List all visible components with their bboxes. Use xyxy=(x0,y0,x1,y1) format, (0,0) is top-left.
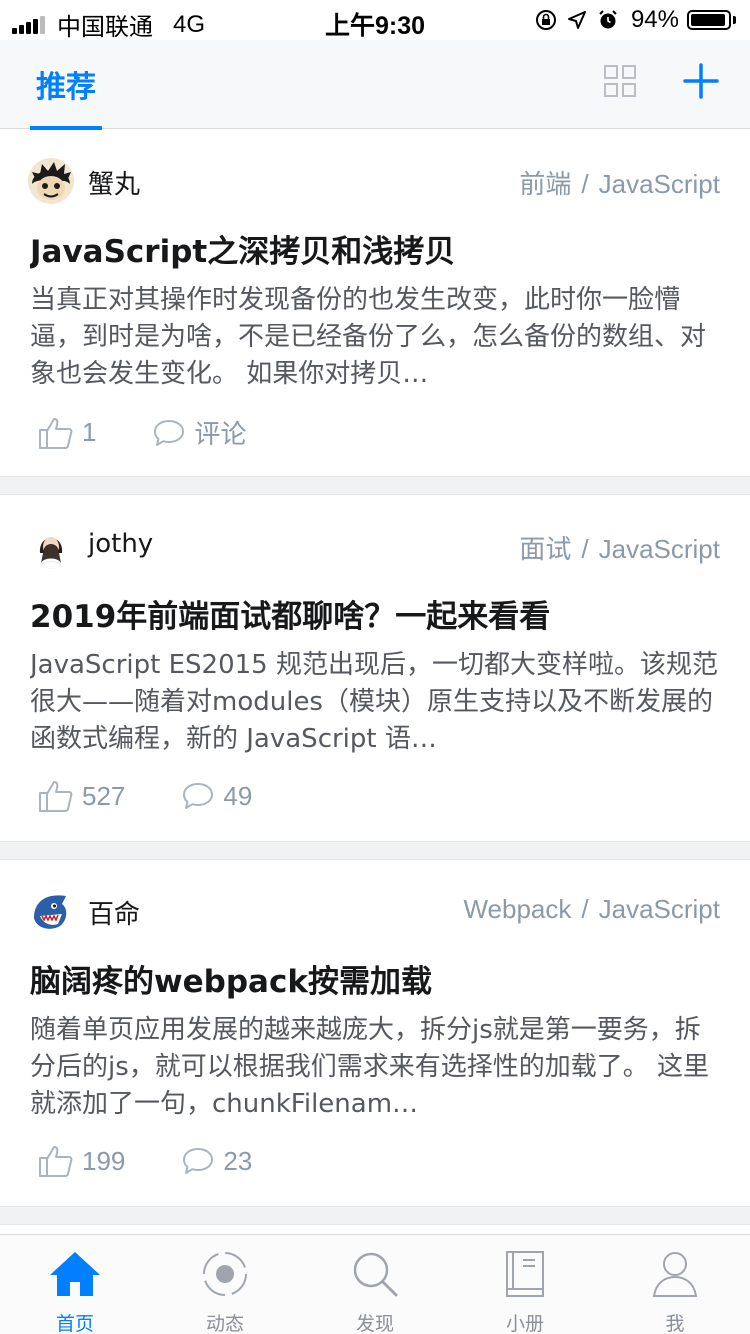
feed-list: 蟹丸 前端 / JavaScript JavaScript之深拷贝和浅拷贝 当真正对… xyxy=(0,130,750,1225)
tag-separator: / xyxy=(581,894,589,924)
card-divider xyxy=(0,1207,750,1225)
activity-icon xyxy=(203,1252,247,1296)
tab-booklets[interactable]: 小册 xyxy=(450,1235,600,1334)
author-name[interactable]: jothy xyxy=(88,529,153,559)
grid-icon[interactable] xyxy=(603,64,637,98)
comment-count: 49 xyxy=(223,780,253,811)
comment-icon xyxy=(183,1148,214,1174)
thumbs-up-icon xyxy=(39,417,73,449)
tag[interactable]: JavaScript xyxy=(599,894,720,924)
article-title[interactable]: JavaScript之深拷贝和浅拷贝 xyxy=(30,226,720,271)
orientation-lock-icon xyxy=(535,9,557,31)
tag[interactable]: JavaScript xyxy=(599,534,720,564)
tab-label: 小册 xyxy=(505,1313,544,1334)
like-button[interactable]: 199 xyxy=(38,1144,125,1178)
avatar[interactable] xyxy=(28,888,74,934)
article-card[interactable]: jothy 面试 / JavaScript 2019年前端面试都聊啥？一起来看看 J… xyxy=(0,495,750,842)
article-title[interactable]: 脑阔疼的webpack按需加载 xyxy=(30,956,720,1001)
search-icon xyxy=(353,1252,398,1297)
article-card[interactable]: 百命 Webpack / JavaScript 脑阔疼的webpack按需加载 随着… xyxy=(0,860,750,1207)
plus-icon[interactable] xyxy=(682,62,720,100)
tab-me[interactable]: 我 xyxy=(600,1235,750,1334)
tag-separator: / xyxy=(581,169,589,199)
card-divider xyxy=(0,842,750,860)
comment-button[interactable]: 评论 xyxy=(152,414,246,451)
like-count: 199 xyxy=(82,1145,126,1176)
article-actions: 1 评论 xyxy=(38,414,302,451)
like-count: 1 xyxy=(82,417,97,447)
bottom-tab-bar: 首页 动态 发现 小册 我 xyxy=(0,1234,750,1334)
top-nav: 推荐 xyxy=(0,40,750,130)
comment-icon xyxy=(154,419,185,446)
article-tags: 面试 / JavaScript xyxy=(519,529,720,566)
comment-button[interactable]: 23 xyxy=(181,1146,252,1177)
article-actions: 199 23 xyxy=(38,1144,308,1178)
like-button[interactable]: 527 xyxy=(38,779,125,813)
article-excerpt[interactable]: JavaScript ES2015 规范出现后，一切都大变样啦。该规范很大——随… xyxy=(30,647,720,758)
like-button[interactable]: 1 xyxy=(38,416,96,450)
comment-count: 23 xyxy=(223,1145,253,1176)
comment-icon xyxy=(183,783,214,809)
tab-label: 首页 xyxy=(55,1313,94,1334)
book-icon xyxy=(506,1251,544,1297)
comment-button[interactable]: 49 xyxy=(181,781,252,812)
like-count: 527 xyxy=(82,780,126,811)
tag[interactable]: 前端 xyxy=(519,169,571,199)
tag[interactable]: Webpack xyxy=(463,894,571,924)
article-title[interactable]: 2019年前端面试都聊啥？一起来看看 xyxy=(30,591,720,636)
tab-label: 动态 xyxy=(205,1313,244,1334)
card-divider xyxy=(0,477,750,495)
tag-separator: / xyxy=(581,534,589,564)
home-icon xyxy=(50,1252,100,1296)
avatar[interactable] xyxy=(28,158,74,204)
avatar[interactable] xyxy=(28,523,74,569)
author-name[interactable]: 百命 xyxy=(88,894,140,931)
article-tags: Webpack / JavaScript xyxy=(463,894,720,925)
battery-icon xyxy=(687,10,736,30)
tab-label: 我 xyxy=(665,1313,685,1334)
tag[interactable]: 面试 xyxy=(519,534,571,564)
location-icon xyxy=(567,10,587,30)
article-excerpt[interactable]: 当真正对其操作时发现备份的也发生改变，此时你一脸懵逼，到时是为啥，不是已经备份了… xyxy=(30,282,720,393)
comment-count: 评论 xyxy=(194,419,247,449)
author-name[interactable]: 蟹丸 xyxy=(88,164,140,201)
tab-recommended[interactable]: 推荐 xyxy=(30,40,102,130)
tab-discover[interactable]: 发现 xyxy=(300,1235,450,1334)
tab-activity[interactable]: 动态 xyxy=(150,1235,300,1334)
tab-recommended-label: 推荐 xyxy=(36,70,96,105)
article-card[interactable]: 蟹丸 前端 / JavaScript JavaScript之深拷贝和浅拷贝 当真正对… xyxy=(0,130,750,477)
article-excerpt[interactable]: 随着单页应用发展的越来越庞大，拆分js就是第一要务，拆分后的js，就可以根据我们… xyxy=(30,1012,720,1123)
battery-percent: 94% xyxy=(630,6,679,33)
tab-label: 发现 xyxy=(355,1313,394,1334)
tab-home[interactable]: 首页 xyxy=(0,1235,150,1334)
article-tags: 前端 / JavaScript xyxy=(519,164,720,201)
status-right: 94% xyxy=(525,6,736,34)
user-icon xyxy=(652,1252,698,1297)
alarm-icon xyxy=(597,9,619,31)
thumbs-up-icon xyxy=(39,1146,73,1177)
status-bar: 中国联通 4G 上午9:30 94% xyxy=(0,0,750,41)
article-actions: 527 49 xyxy=(38,779,308,813)
thumbs-up-icon xyxy=(39,781,73,812)
tag[interactable]: JavaScript xyxy=(599,169,720,199)
